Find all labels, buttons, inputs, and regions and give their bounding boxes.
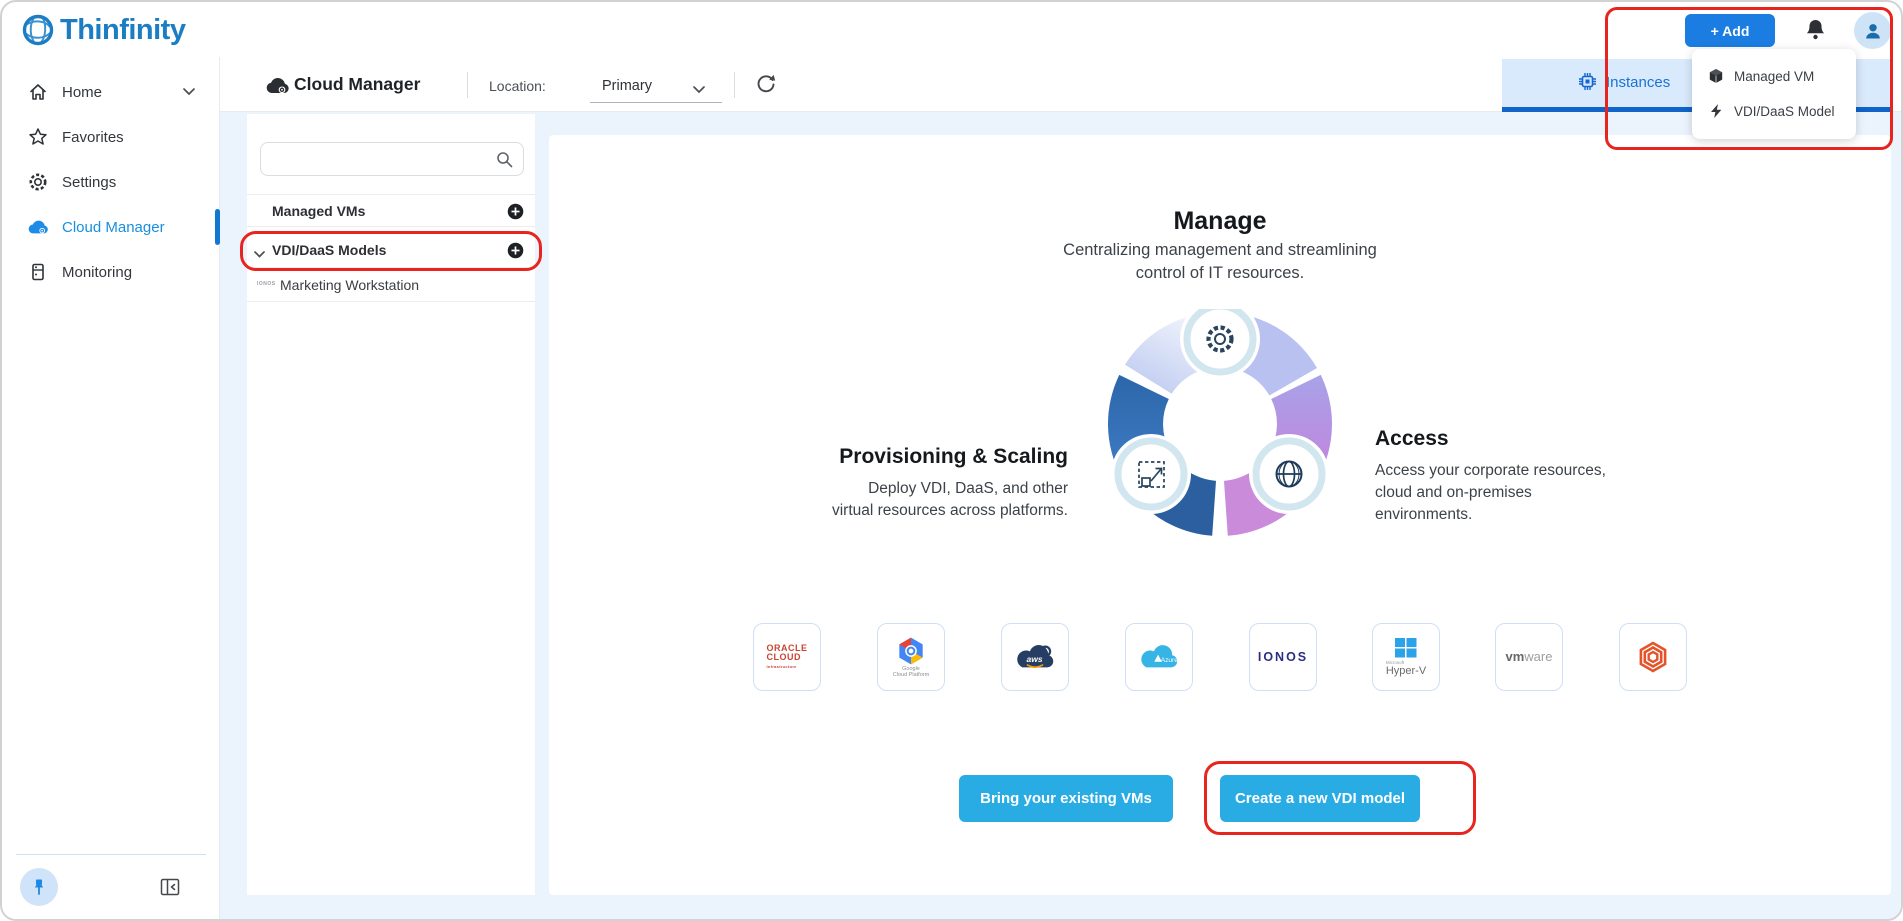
chip-icon <box>1578 72 1597 91</box>
location-value: Primary <box>602 78 652 94</box>
brand-name: Thinfinity <box>60 14 185 47</box>
user-avatar[interactable] <box>1854 12 1891 49</box>
add-circle-icon[interactable] <box>507 242 524 259</box>
list-item-label: Marketing Workstation <box>280 277 419 293</box>
group-label: Managed VMs <box>272 203 365 219</box>
vmware-logo: vmware <box>1506 648 1553 666</box>
sidebar-divider <box>16 854 206 855</box>
access-block: Access Access your corporate resources, … <box>1375 427 1735 526</box>
sidebar-item-monitoring[interactable]: Monitoring <box>2 254 219 290</box>
resource-panel: Managed VMs VDI/DaaS Models IONOS Market… <box>247 114 535 895</box>
divider <box>467 72 468 98</box>
chevron-down-icon <box>692 81 706 99</box>
aws-logo-icon: aws <box>1012 641 1058 673</box>
sidebar-item-settings[interactable]: Settings <box>2 164 219 200</box>
group-label: VDI/DaaS Models <box>272 242 386 258</box>
cloud-manager-icon <box>28 217 48 237</box>
menu-item-managed-vm[interactable]: Managed VM <box>1692 59 1856 93</box>
menu-item-label: Managed VM <box>1734 69 1814 84</box>
menu-item-vdi-daas[interactable]: VDI/DaaS Model <box>1692 94 1856 128</box>
gear-icon <box>28 172 48 192</box>
sidebar-item-label: Monitoring <box>62 264 132 281</box>
ionos-model-icon: IONOS <box>257 281 276 287</box>
sidebar: Home Favorites Settings <box>2 57 220 921</box>
provisioning-block: Provisioning & Scaling Deploy VDI, DaaS,… <box>668 445 1068 522</box>
windows-logo-icon <box>1395 638 1417 658</box>
manage-heading: Manage <box>549 207 1891 236</box>
svg-text:Azure: Azure <box>1161 657 1178 664</box>
tab-instances-label: Instances <box>1606 74 1670 91</box>
bring-existing-vms-button[interactable]: Bring your existing VMs <box>959 775 1173 822</box>
hyperv-logo: Hyper-V <box>1386 665 1426 677</box>
star-icon <box>28 127 48 147</box>
manage-description: Centralizing management and streamlining… <box>549 239 1891 285</box>
monitoring-icon <box>28 262 48 282</box>
chevron-down-icon[interactable] <box>253 246 266 264</box>
provider-tile-azure[interactable]: Azure <box>1125 623 1193 691</box>
sidebar-item-cloud-manager[interactable]: Cloud Manager <box>2 209 219 245</box>
provider-tile-hyperv[interactable]: Microsoft Hyper-V <box>1372 623 1440 691</box>
add-dropdown-menu: Managed VM VDI/DaaS Model <box>1692 49 1856 139</box>
create-vdi-model-button[interactable]: Create a new VDI model <box>1220 775 1420 822</box>
refresh-icon[interactable] <box>754 72 778 96</box>
sidebar-item-favorites[interactable]: Favorites <box>2 119 219 155</box>
page-title: Cloud Manager <box>294 74 420 95</box>
sidebar-item-label: Cloud Manager <box>62 219 165 236</box>
provider-tile-google-cloud[interactable]: Google Cloud Platform <box>877 623 945 691</box>
azure-logo-icon: Azure <box>1136 642 1182 672</box>
thinfinity-logo: Thinfinity <box>20 12 185 48</box>
svg-text:aws: aws <box>1027 654 1043 664</box>
provisioning-scale-node <box>1111 434 1191 514</box>
notifications-bell-icon[interactable] <box>1805 18 1826 42</box>
location-label: Location: <box>489 78 546 94</box>
google-cloud-logo-icon <box>894 636 928 666</box>
add-circle-icon[interactable] <box>507 203 524 220</box>
list-item-marketing-workstation[interactable]: IONOS Marketing Workstation <box>247 269 535 302</box>
group-vdi-daas-models[interactable]: VDI/DaaS Models <box>247 234 535 268</box>
provider-tile-vmware[interactable]: vmware <box>1495 623 1563 691</box>
provider-tile-ionos[interactable]: IONOS <box>1249 623 1317 691</box>
app-window: Thinfinity + Add Managed VM <box>0 0 1903 921</box>
sidebar-item-label: Favorites <box>62 129 124 146</box>
menu-item-label: VDI/DaaS Model <box>1734 104 1835 119</box>
location-select[interactable]: Primary <box>590 72 722 102</box>
access-globe-node <box>1249 434 1329 514</box>
search-box <box>260 142 524 176</box>
pin-icon <box>31 878 47 896</box>
provider-tile-oracle[interactable]: ORACLE CLOUD Infrastructure <box>753 623 821 691</box>
user-icon <box>1863 21 1883 41</box>
search-icon[interactable] <box>496 151 513 168</box>
sidebar-item-label: Settings <box>62 174 116 191</box>
thinfinity-logo-icon <box>20 12 56 48</box>
cloud-manager-title-icon <box>265 77 289 94</box>
equinix-logo-icon <box>1633 637 1673 677</box>
google-cloud-caption: Google Cloud Platform <box>893 666 929 679</box>
provisioning-heading: Provisioning & Scaling <box>668 445 1068 469</box>
oracle-cloud-logo: ORACLE CLOUD Infrastructure <box>767 644 808 671</box>
chevron-down-icon <box>182 83 196 101</box>
main-card: Manage Centralizing management and strea… <box>549 135 1891 895</box>
ionos-logo: IONOS <box>1258 650 1308 664</box>
add-button[interactable]: + Add <box>1685 14 1775 47</box>
lifecycle-diagram <box>1105 309 1335 539</box>
access-heading: Access <box>1375 427 1735 451</box>
provider-tile-aws[interactable]: aws <box>1001 623 1069 691</box>
select-underline <box>590 102 722 103</box>
provider-tile-equinix[interactable] <box>1619 623 1687 691</box>
bolt-icon <box>1708 103 1724 119</box>
divider <box>734 72 735 98</box>
pin-button[interactable] <box>20 868 58 906</box>
collapse-sidebar-icon[interactable] <box>160 878 180 896</box>
search-input[interactable] <box>271 143 486 175</box>
sidebar-item-label: Home <box>62 84 102 101</box>
sidebar-item-home[interactable]: Home <box>2 74 219 110</box>
cube-icon <box>1708 68 1724 84</box>
home-icon <box>28 82 48 102</box>
group-managed-vms[interactable]: Managed VMs <box>247 194 535 227</box>
